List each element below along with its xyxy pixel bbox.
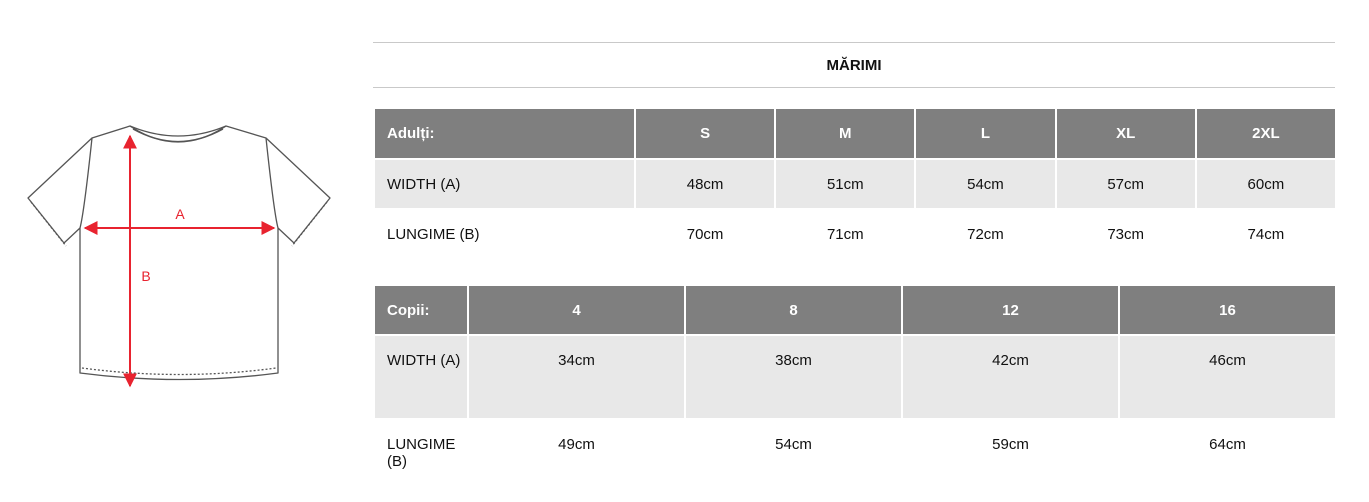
row-label: WIDTH (A) xyxy=(375,160,634,208)
adult-header-label: Adulți: xyxy=(375,109,634,158)
table-cell: 34cm xyxy=(469,336,684,418)
table-cell: 51cm xyxy=(776,160,915,208)
adult-size-m: M xyxy=(776,109,915,158)
table-cell: 59cm xyxy=(992,436,1029,453)
table-cell: 54cm xyxy=(916,160,1055,208)
table-cell: 72cm xyxy=(967,225,1004,243)
kids-header-row: Copii: 4 8 12 16 xyxy=(375,286,1335,334)
kids-size-12: 12 xyxy=(903,286,1118,334)
table-cell: 64cm xyxy=(1209,436,1246,453)
adult-size-2xl: 2XL xyxy=(1196,109,1335,158)
kids-size-table: Copii: 4 8 12 16 WIDTH (A) 34cm 38cm 42c… xyxy=(373,284,1337,502)
adult-size-l: L xyxy=(916,109,1055,158)
table-cell: 48cm xyxy=(636,160,775,208)
size-chart-title-bar: MĂRIMI xyxy=(373,42,1335,88)
tshirt-diagram: A B xyxy=(27,125,331,388)
adult-size-table: Adulți: S M L XL 2XL WIDTH (A) 48cm 51cm… xyxy=(373,107,1337,260)
tshirt-outline xyxy=(27,125,331,381)
table-cell: 60cm xyxy=(1196,160,1335,208)
table-cell: 71cm xyxy=(826,225,864,243)
label-b: B xyxy=(141,268,150,284)
kids-size-8: 8 xyxy=(686,286,901,334)
size-chart-title: MĂRIMI xyxy=(826,56,882,74)
table-cell: 38cm xyxy=(686,336,901,418)
table-cell: 70cm xyxy=(686,225,724,243)
row-label: LUNGIME (B) xyxy=(387,436,456,470)
label-a: A xyxy=(175,206,185,222)
kids-row-length: LUNGIME (B) 49cm 54cm 59cm 64cm xyxy=(375,420,1335,500)
table-cell: 73cm xyxy=(1107,225,1144,243)
table-cell: 49cm xyxy=(558,436,595,453)
kids-size-16: 16 xyxy=(1120,286,1335,334)
table-cell: 74cm xyxy=(1247,225,1285,243)
adult-row-length: LUNGIME (B) 70cm 71cm 72cm 73cm 74cm xyxy=(375,210,1335,258)
adult-row-width: WIDTH (A) 48cm 51cm 54cm 57cm 60cm xyxy=(375,160,1335,208)
table-cell: 54cm xyxy=(775,436,812,453)
adult-size-s: S xyxy=(636,109,775,158)
kids-size-4: 4 xyxy=(469,286,684,334)
table-cell: 42cm xyxy=(903,336,1118,418)
row-label: WIDTH (A) xyxy=(375,336,467,418)
table-cell: 57cm xyxy=(1056,160,1195,208)
adult-header-row: Adulți: S M L XL 2XL xyxy=(375,109,1335,158)
table-cell: 46cm xyxy=(1120,336,1335,418)
kids-row-width: WIDTH (A) 34cm 38cm 42cm 46cm xyxy=(375,336,1335,418)
adult-size-xl: XL xyxy=(1056,109,1195,158)
kids-header-label: Copii: xyxy=(375,286,467,334)
row-label: LUNGIME (B) xyxy=(387,225,480,243)
